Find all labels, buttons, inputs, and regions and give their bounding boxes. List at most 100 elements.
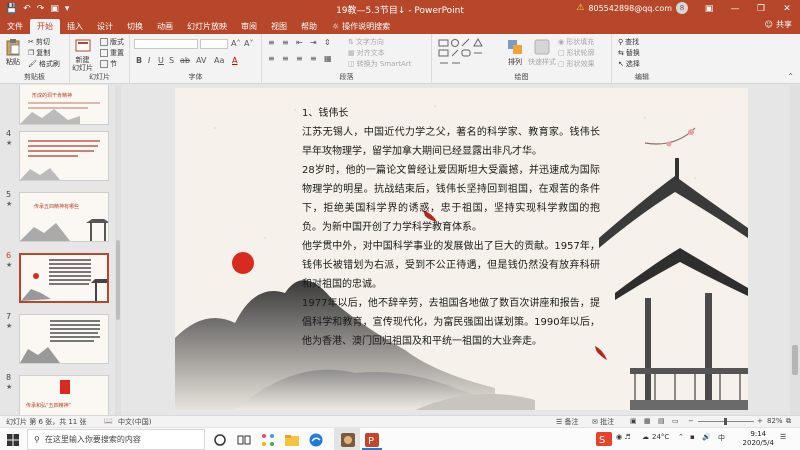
slide-thumbnail-8[interactable]: 传承和弘“五四精神”	[19, 375, 109, 415]
slide-thumbnail-4[interactable]	[19, 131, 109, 181]
align-text-button[interactable]: ▦ 对齐文本	[348, 48, 385, 58]
ime-indicator[interactable]: 中	[718, 433, 725, 443]
shrink-font-icon[interactable]: A˅	[244, 39, 253, 48]
fit-slide-icon[interactable]: ⧉	[786, 417, 791, 426]
italic-button[interactable]: I	[148, 56, 150, 65]
volume-icon[interactable]: 🔊	[702, 433, 711, 441]
replace-button[interactable]: ⇆ 替换	[618, 48, 640, 58]
tab-animations[interactable]: 动画	[150, 19, 180, 34]
zoom-in-icon[interactable]: +	[757, 417, 763, 425]
slide-vertical-scrollbar[interactable]	[790, 85, 800, 415]
align-left-icon[interactable]: ≡	[268, 54, 275, 63]
task-view-icon[interactable]	[236, 432, 252, 448]
find-button[interactable]: ⚲ 查找	[618, 37, 639, 47]
strikethrough-button[interactable]: ab	[180, 56, 190, 65]
change-case-button[interactable]: Aa	[214, 56, 224, 65]
font-color-button[interactable]: A	[232, 56, 237, 65]
notes-button[interactable]: ☰ 备注	[556, 417, 579, 427]
char-spacing-button[interactable]: AV	[196, 56, 206, 65]
minimize-icon[interactable]: —	[722, 0, 748, 18]
weather-icon[interactable]: ☁	[642, 433, 649, 441]
share-button[interactable]: ☺ 共享	[765, 19, 792, 30]
smartart-button[interactable]: ◫ 转换为 SmartArt	[348, 59, 411, 69]
account-area[interactable]: ⚠ 805542898@qq.com 8	[576, 2, 688, 14]
tab-transitions[interactable]: 切换	[120, 19, 150, 34]
justify-icon[interactable]: ≡	[310, 54, 317, 63]
bold-button[interactable]: B	[136, 56, 142, 65]
customize-qa-icon[interactable]: ▾	[65, 4, 70, 14]
language-indicator[interactable]: 中文(中国)	[118, 417, 151, 427]
slide-thumbnail-6[interactable]	[19, 253, 109, 303]
scrollbar-thumb[interactable]	[116, 240, 120, 320]
tab-file[interactable]: 文件	[0, 19, 30, 34]
tab-slideshow[interactable]: 幻灯片放映	[180, 19, 234, 34]
ime-status-icon[interactable]: S	[596, 432, 612, 446]
shadow-button[interactable]: S	[169, 56, 174, 65]
taskbar-search-box[interactable]: ⚲ 在这里输入你要搜索的内容	[27, 429, 205, 450]
slide-thumbnail-3[interactable]: 形成的洞干肯精神	[19, 85, 109, 125]
shape-effects-button[interactable]: ▢ 形状效果	[558, 59, 595, 69]
show-hidden-icons[interactable]: ⌃	[678, 433, 684, 441]
slide-thumbnail-7[interactable]	[19, 314, 109, 364]
ime-toolbar-icons[interactable]: ◉ ♬	[616, 433, 631, 441]
thumbnails-scrollbar[interactable]	[115, 85, 121, 415]
numbering-icon[interactable]: ≡	[282, 38, 289, 47]
redo-icon[interactable]: ↷	[37, 4, 45, 14]
quick-styles-button[interactable]: 快速样式	[528, 38, 556, 67]
text-direction-button[interactable]: ⇅ 文字方向	[348, 37, 384, 47]
cut-button[interactable]: ✂ 剪切	[28, 37, 50, 47]
align-right-icon[interactable]: ≡	[296, 54, 303, 63]
taskbar-app-icon[interactable]	[340, 432, 356, 448]
undo-icon[interactable]: ↶	[23, 4, 31, 14]
slide-thumbnail-5[interactable]: 传承五四精神有哪些	[19, 192, 109, 242]
font-name-select[interactable]	[134, 39, 198, 49]
section-button[interactable]: 节	[100, 59, 117, 69]
reading-view-icon[interactable]: ▤	[658, 417, 665, 425]
current-slide[interactable]: 1、钱伟长 江苏无锡人，中国近代力学之父，著名的科学家、教育家。钱伟长早年攻物理…	[175, 88, 748, 410]
paste-button[interactable]: 粘贴	[4, 38, 22, 67]
app-grid-icon[interactable]	[260, 432, 276, 448]
notifications-icon[interactable]: ☰	[780, 433, 786, 441]
layout-button[interactable]: 版式	[100, 37, 124, 47]
collapse-ribbon-icon[interactable]: ⌃	[787, 72, 794, 81]
grow-font-icon[interactable]: A˄	[231, 39, 240, 48]
arrange-button[interactable]: 排列	[506, 38, 524, 67]
tab-design[interactable]: 设计	[90, 19, 120, 34]
shape-fill-button[interactable]: ◉ 形状填充	[558, 37, 594, 47]
powerpoint-icon[interactable]: P	[364, 432, 380, 448]
zoom-level[interactable]: 82%	[767, 417, 783, 425]
columns-icon[interactable]: ▦	[324, 54, 332, 63]
tab-review[interactable]: 审阅	[234, 19, 264, 34]
align-center-icon[interactable]: ≡	[282, 54, 289, 63]
temperature[interactable]: 24°C	[652, 433, 669, 441]
avatar[interactable]: 8	[676, 2, 688, 14]
shape-outline-button[interactable]: □ 形状轮廓	[558, 48, 595, 58]
new-slide-button[interactable]: 新建 幻灯片	[72, 37, 93, 72]
slide-sorter-icon[interactable]: ▦	[644, 417, 651, 425]
format-painter-button[interactable]: 🖌 格式刷	[28, 59, 60, 69]
normal-view-icon[interactable]: ▣	[630, 417, 637, 425]
save-icon[interactable]: 💾	[6, 4, 17, 14]
indent-decrease-icon[interactable]: ⇤	[296, 38, 303, 47]
tab-view[interactable]: 视图	[264, 19, 294, 34]
scrollbar-thumb[interactable]	[792, 345, 798, 375]
close-icon[interactable]: ✕	[774, 0, 800, 18]
present-icon[interactable]: ▣	[50, 4, 59, 14]
ribbon-display-icon[interactable]: ▣	[696, 0, 722, 18]
reset-button[interactable]: 重置	[100, 48, 124, 58]
comments-button[interactable]: ✉ 批注	[592, 417, 614, 427]
tab-home[interactable]: 开始	[30, 19, 60, 34]
indent-increase-icon[interactable]: ⇥	[310, 38, 317, 47]
bullets-icon[interactable]: ≡	[268, 38, 275, 47]
restore-icon[interactable]: ❐	[748, 0, 774, 18]
zoom-slider-thumb[interactable]	[724, 418, 727, 425]
select-button[interactable]: ↖ 选择	[618, 59, 640, 69]
tab-help[interactable]: 帮助	[294, 19, 324, 34]
tell-me-search[interactable]: ☼ 操作说明搜索	[332, 19, 390, 34]
font-size-select[interactable]	[200, 39, 228, 49]
underline-button[interactable]: U	[158, 56, 164, 65]
start-button[interactable]	[0, 428, 26, 450]
zoom-out-icon[interactable]: −	[688, 417, 694, 425]
network-icon[interactable]: ▪	[690, 433, 695, 441]
shapes-gallery[interactable]	[438, 38, 502, 66]
